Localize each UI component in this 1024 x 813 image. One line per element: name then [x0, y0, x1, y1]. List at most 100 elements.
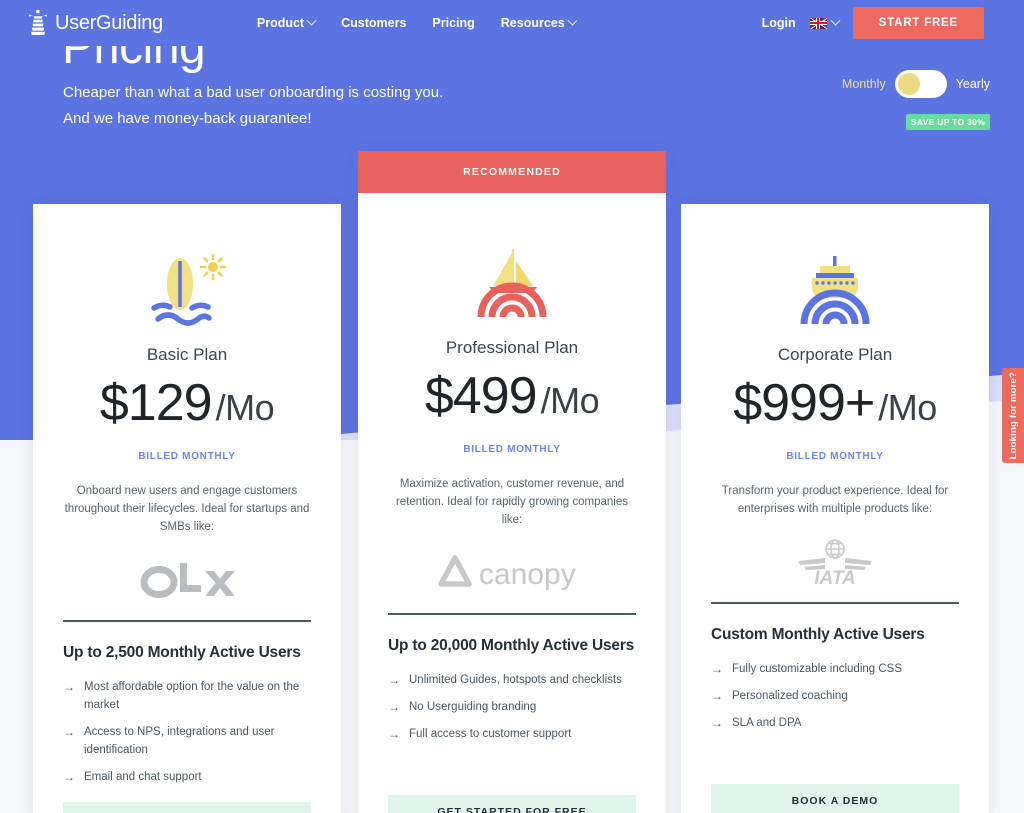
hero-subtitle-line-1: Cheaper than what a bad user onboarding … — [63, 84, 444, 101]
nav-right-group: Login START FREE — [762, 7, 984, 39]
feature-text: Full access to customer support — [409, 728, 572, 740]
top-navigation-bar: UserGuiding Product Customers Pricing Re… — [0, 0, 1024, 46]
get-started-button-professional[interactable]: GET STARTED FOR FREE — [388, 795, 636, 813]
hero-subtitle: Cheaper than what a bad user onboarding … — [63, 80, 443, 132]
feature-text: SLA and DPA — [732, 717, 802, 729]
plan-description-professional: Maximize activation, customer revenue, a… — [395, 478, 629, 526]
plan-price-row-basic: $129 /Mo — [53, 377, 321, 429]
nav-item-product[interactable]: Product — [256, 15, 317, 30]
list-item: → No Userguiding branding — [388, 698, 636, 716]
feature-text: Fully customizable including CSS — [732, 663, 903, 675]
plan-billed-professional: BILLED MONTHLY — [463, 444, 561, 455]
plan-price-period-basic: /Mo — [215, 387, 275, 428]
hero-subtitle-line-2: And we have money-back guarantee! — [63, 110, 312, 127]
chevron-down-icon — [830, 15, 841, 26]
plan-price-period-corporate: /Mo — [878, 387, 937, 428]
recommended-ribbon: RECOMMENDED — [358, 151, 666, 193]
svg-text:canopy: canopy — [479, 558, 576, 591]
chevron-down-icon — [306, 15, 317, 26]
nav-item-resources[interactable]: Resources — [500, 15, 578, 30]
nav-item-customers[interactable]: Customers — [341, 16, 406, 30]
nav-item-resources-label: Resources — [500, 16, 565, 30]
pricing-card-basic: Basic Plan $129 /Mo BILLED MONTHLY Onboa… — [33, 204, 341, 813]
list-item: → Personalized coaching — [711, 687, 959, 705]
plan-description-basic: Onboard new users and engage customers t… — [64, 485, 310, 533]
list-item: → SLA and DPA — [711, 714, 959, 732]
plan-features-corporate: → Fully customizable including CSS → Per… — [711, 660, 959, 732]
brand-name: UserGuiding — [55, 11, 163, 34]
plan-mau-professional: Up to 20,000 Monthly Active Users — [388, 637, 635, 654]
list-item: → Access to NPS, integrations and user i… — [63, 723, 311, 759]
brand-logo[interactable]: UserGuiding — [28, 10, 163, 36]
billing-toggle-knob — [897, 73, 920, 95]
plan-features-professional: → Unlimited Guides, hotspots and checkli… — [388, 671, 636, 743]
ferry-ship-icon — [701, 246, 969, 332]
feature-text: Email and chat support — [84, 771, 202, 783]
billing-period-toggle[interactable]: Monthly Yearly — [842, 70, 990, 98]
list-item: → Full access to customer support — [388, 725, 636, 743]
feature-text: Personalized coaching — [732, 690, 848, 702]
feature-text: Most affordable option for the value on … — [84, 681, 300, 711]
arrow-right-icon: → — [63, 725, 75, 739]
plan-billed-basic: BILLED MONTHLY — [138, 451, 236, 462]
plan-description-corporate: Transform your product experience. Ideal… — [721, 485, 949, 515]
nav-item-product-label: Product — [256, 16, 305, 30]
feature-text: No Userguiding branding — [409, 701, 537, 713]
plan-price-period-professional: /Mo — [540, 380, 600, 421]
get-started-button-basic[interactable]: GET STARTED FOR FREE — [63, 802, 311, 813]
card-divider — [711, 602, 959, 604]
sailboat-icon — [378, 239, 646, 325]
plan-features-basic: → Most affordable option for the value o… — [63, 678, 311, 786]
arrow-right-icon: → — [388, 700, 400, 714]
chevron-down-icon — [567, 15, 578, 26]
arrow-right-icon: → — [63, 770, 75, 784]
nav-item-pricing[interactable]: Pricing — [432, 16, 474, 30]
card-divider — [63, 620, 311, 622]
plan-price-professional: $499 — [424, 367, 538, 425]
login-link[interactable]: Login — [762, 16, 796, 30]
main-menu: Product Customers Pricing Resources — [256, 15, 578, 30]
pricing-card-professional: RECOMMENDED Professional Plan $499 /Mo B… — [358, 151, 666, 813]
arrow-right-icon: → — [711, 689, 723, 703]
looking-for-more-tab[interactable]: Looking for more? — [1002, 368, 1024, 463]
nav-item-pricing-label: Pricing — [432, 16, 475, 30]
iata-logo: IATA — [701, 532, 969, 590]
arrow-right-icon: → — [711, 716, 723, 730]
svg-text:IATA: IATA — [814, 568, 856, 586]
book-a-demo-button[interactable]: BOOK A DEMO — [711, 784, 959, 813]
start-free-button[interactable]: START FREE — [852, 7, 984, 39]
list-item: → Most affordable option for the value o… — [63, 678, 311, 714]
billing-monthly-label[interactable]: Monthly — [842, 77, 886, 91]
plan-billed-corporate: BILLED MONTHLY — [786, 451, 884, 462]
billing-toggle-switch[interactable] — [894, 70, 947, 98]
feature-text: Unlimited Guides, hotspots and checklist… — [409, 674, 622, 686]
language-switcher[interactable] — [809, 15, 841, 29]
save-badge: SAVE UP TO 30% — [905, 114, 990, 130]
list-item: → Email and chat support — [63, 768, 311, 786]
arrow-right-icon: → — [388, 727, 400, 741]
feature-text: Access to NPS, integrations and user ide… — [84, 726, 275, 756]
list-item: → Unlimited Guides, hotspots and checkli… — [388, 671, 636, 689]
plan-price-basic: $129 — [99, 374, 213, 432]
arrow-right-icon: → — [63, 680, 75, 694]
canopy-logo: canopy — [378, 543, 646, 601]
pricing-card-corporate: Corporate Plan $999+ /Mo BILLED MONTHLY … — [681, 204, 989, 813]
plan-price-corporate: $999+ — [733, 374, 875, 432]
plan-price-row-corporate: $999+ /Mo — [701, 377, 969, 429]
olx-logo — [53, 550, 321, 608]
plan-name-corporate: Corporate Plan — [777, 345, 893, 364]
surfboard-icon — [53, 246, 321, 332]
card-divider — [388, 613, 636, 615]
arrow-right-icon: → — [388, 673, 400, 687]
plan-mau-corporate: Custom Monthly Active Users — [711, 626, 925, 643]
looking-for-more-label: Looking for more? — [1007, 371, 1019, 460]
arrow-right-icon: → — [711, 662, 723, 676]
nav-item-customers-label: Customers — [341, 16, 407, 30]
lighthouse-logo-icon — [28, 10, 48, 36]
uk-flag-icon — [809, 17, 827, 29]
plan-name-basic: Basic Plan — [146, 345, 228, 364]
list-item: → Fully customizable including CSS — [711, 660, 959, 678]
plan-price-row-professional: $499 /Mo — [378, 370, 646, 422]
plan-mau-basic: Up to 2,500 Monthly Active Users — [63, 644, 301, 661]
billing-yearly-label[interactable]: Yearly — [956, 77, 990, 91]
